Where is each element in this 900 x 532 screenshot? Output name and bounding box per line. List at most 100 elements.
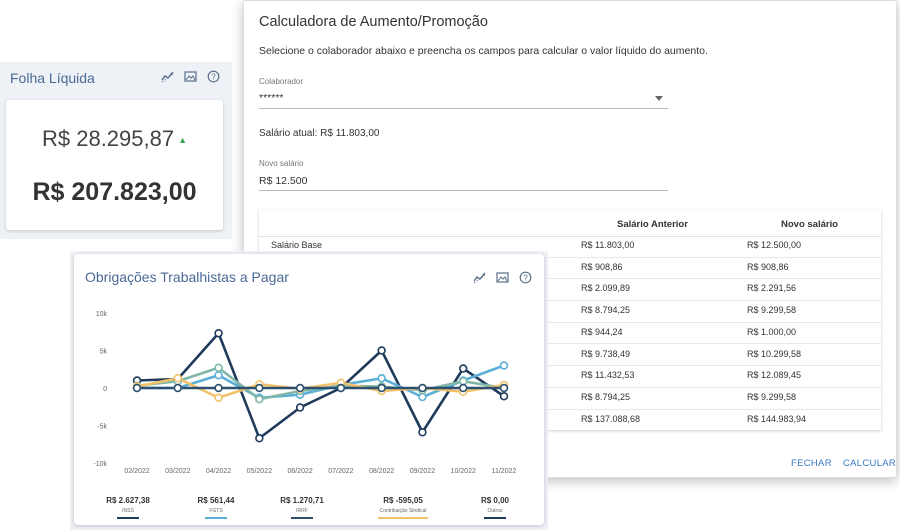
dialog-description: Selecione o colaborador abaixo e preench… xyxy=(259,45,708,57)
chevron-down-icon[interactable] xyxy=(655,96,663,101)
folha-value-1: R$ 28.295,87 xyxy=(41,126,175,151)
summary-label: Contribuição Sindical xyxy=(379,508,427,514)
summary-label: INSS xyxy=(122,508,134,514)
data-point xyxy=(418,383,427,393)
header-salario-anterior: Salário Anterior xyxy=(617,219,688,230)
y-tick-label: 0 xyxy=(103,386,107,393)
data-point xyxy=(255,395,264,404)
data-point xyxy=(377,374,386,383)
row-anterior: R$ 2.099,89 xyxy=(581,283,631,294)
data-point xyxy=(499,392,509,401)
salario-atual: Salário atual: R$ 11.803,00 xyxy=(259,128,380,139)
summary-value: R$ 0,00 xyxy=(480,496,510,505)
x-tick-label: 04/2022 xyxy=(206,468,231,475)
summary-label: FGTS xyxy=(209,508,223,514)
y-tick-label: 10k xyxy=(96,311,108,318)
novo-salario-label: Novo salário xyxy=(259,159,304,168)
summary-outros: R$ 0,00 Outros xyxy=(460,496,530,519)
summary-fgts: R$ 561,44 FGTS xyxy=(181,496,251,519)
x-tick-label: 07/2022 xyxy=(328,468,353,475)
summary-inss: R$ 2.627,38 INSS xyxy=(93,496,163,519)
data-point xyxy=(418,428,427,437)
row-novo: R$ 9.299,58 xyxy=(747,305,797,316)
up-arrow-icon: ▲ xyxy=(178,135,188,146)
summary-label: IRRF xyxy=(296,508,308,514)
folha-liquida-card: Folha Líquida ? R$ 28.295,87 ▲ R$ 207.823… xyxy=(0,62,232,239)
summary-contribuicao-sindical: R$ -595,05 Contribuição Sindical xyxy=(368,496,438,519)
row-novo: R$ 9.299,58 xyxy=(747,391,797,402)
row-novo: R$ 1.000,00 xyxy=(747,326,797,337)
x-tick-label: 02/2022 xyxy=(124,468,149,475)
colaborador-select[interactable]: ****** xyxy=(259,92,284,104)
summary-value: R$ 2.627,38 xyxy=(106,496,150,505)
x-tick-label: 08/2022 xyxy=(369,468,394,475)
data-point xyxy=(499,383,509,393)
row-anterior: R$ 908,86 xyxy=(581,261,623,272)
summary-irrf: R$ 1.270,71 IRRF xyxy=(267,496,337,519)
row-anterior: R$ 137.088,68 xyxy=(581,413,641,424)
folha-value-current: R$ 28.295,87 ▲ xyxy=(6,126,223,152)
data-point xyxy=(173,374,182,383)
y-tick-label: -10k xyxy=(93,461,107,468)
data-point xyxy=(173,383,182,393)
calculate-button[interactable]: CALCULAR xyxy=(843,458,896,469)
data-point xyxy=(214,383,223,393)
data-point xyxy=(459,364,468,373)
row-anterior: R$ 8.794,25 xyxy=(581,391,631,402)
obrigacoes-panel: Obrigações Trabalhistas a Pagar ? 10k 5k 0… xyxy=(74,254,544,525)
table-header: Salário Anterior Novo salário xyxy=(259,210,881,237)
folha-values-panel: R$ 28.295,87 ▲ R$ 207.823,00 xyxy=(6,100,223,230)
x-tick-label: 05/2022 xyxy=(247,468,272,475)
image-icon[interactable] xyxy=(184,70,197,83)
header-novo-salario: Novo salário xyxy=(781,219,839,230)
data-point xyxy=(255,383,264,393)
x-tick-label: 03/2022 xyxy=(165,468,190,475)
summary-value: R$ -595,05 xyxy=(383,496,423,505)
summary-color-bar xyxy=(117,517,139,519)
folha-value-total: R$ 207.823,00 xyxy=(32,178,197,206)
svg-text:?: ? xyxy=(211,72,216,81)
folha-toolbar: ? xyxy=(161,70,220,83)
close-button[interactable]: FECHAR xyxy=(791,458,832,469)
data-point xyxy=(214,363,223,372)
data-point xyxy=(459,383,468,393)
row-label: Salário Base xyxy=(271,240,323,250)
data-point xyxy=(214,371,223,380)
data-point xyxy=(459,377,468,386)
summary-color-bar xyxy=(205,517,227,519)
summary-color-bar xyxy=(291,517,313,519)
data-point xyxy=(295,383,305,393)
data-point xyxy=(377,383,386,393)
row-novo: R$ 2.291,56 xyxy=(747,283,797,294)
y-tick-label: 5k xyxy=(100,349,108,356)
data-point xyxy=(214,329,223,338)
row-anterior: R$ 11.432,53 xyxy=(581,370,635,381)
x-tick-label: 10/2022 xyxy=(451,468,476,475)
row-novo: R$ 12.089,45 xyxy=(747,370,802,381)
x-tick-label: 11/2022 xyxy=(492,468,517,475)
trend-icon[interactable] xyxy=(161,70,174,83)
row-novo: R$ 12.500,00 xyxy=(747,240,802,250)
colaborador-underline xyxy=(259,108,668,109)
data-point xyxy=(295,403,305,412)
summary-value: R$ 1.270,71 xyxy=(280,496,324,505)
folha-title: Folha Líquida xyxy=(10,70,95,86)
colaborador-label: Colaborador xyxy=(259,77,304,86)
data-point xyxy=(377,346,386,355)
help-icon[interactable]: ? xyxy=(207,70,220,83)
row-anterior: R$ 944,24 xyxy=(581,326,623,337)
data-point xyxy=(255,434,264,443)
obrigacoes-line-chart: 10k 5k 0 -5k -10k 02/2022 03/2022 04/2022 05/202… xyxy=(93,311,517,475)
data-point xyxy=(499,361,509,370)
x-tick-label: 09/2022 xyxy=(410,468,435,475)
novo-salario-input[interactable]: R$ 12.500 xyxy=(259,175,307,187)
y-tick-label: -5k xyxy=(97,424,107,431)
data-point xyxy=(336,383,346,393)
summary-color-bar xyxy=(378,517,428,519)
x-tick-label: 06/2022 xyxy=(287,468,312,475)
dialog-title: Calculadora de Aumento/Promoção xyxy=(259,14,488,30)
row-novo: R$ 144.983,94 xyxy=(747,413,807,424)
row-novo: R$ 10.299,58 xyxy=(747,348,802,359)
summary-color-bar xyxy=(484,517,506,519)
summary-label: Outros xyxy=(487,508,503,514)
